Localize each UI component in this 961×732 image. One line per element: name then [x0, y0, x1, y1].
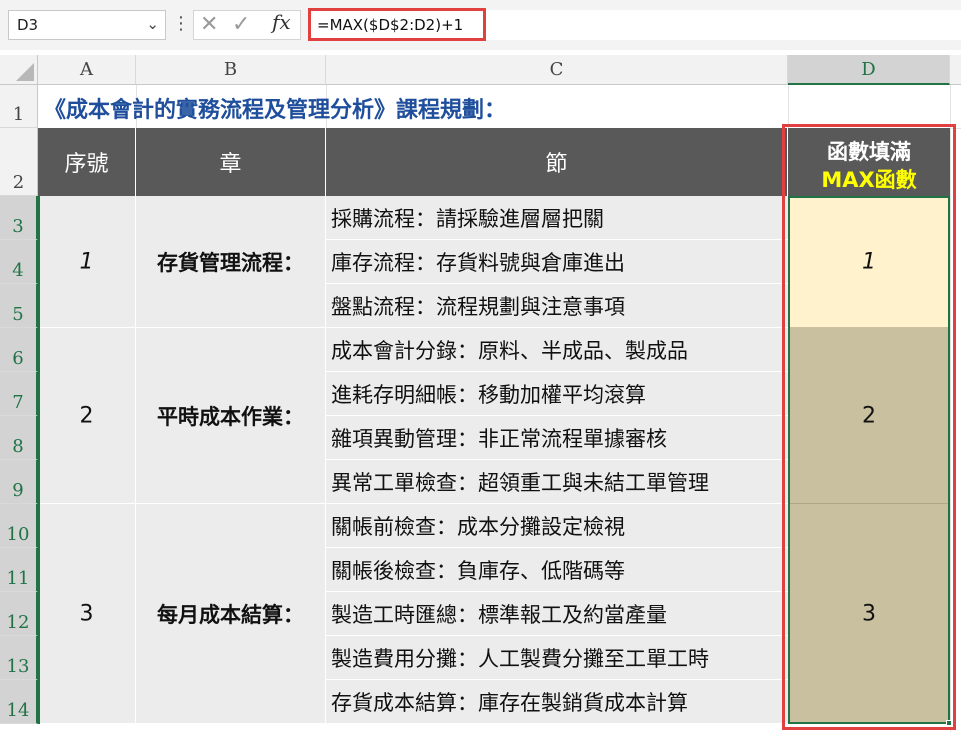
- row-header-9[interactable]: 9: [0, 460, 38, 504]
- seq-cell-1[interactable]: 1: [38, 196, 136, 328]
- row-header-12[interactable]: 12: [0, 592, 38, 636]
- chapter-cell-3[interactable]: 每月成本結算：: [136, 504, 326, 724]
- section-cell[interactable]: 異常工單檢查：超領重工與未結工單管理: [326, 460, 788, 504]
- section-cell[interactable]: 雜項異動管理：非正常流程單據審核: [326, 416, 788, 460]
- row-header-14[interactable]: 14: [0, 680, 38, 724]
- header-section[interactable]: 節: [326, 128, 788, 196]
- row-header-3[interactable]: 3: [0, 196, 38, 240]
- section-cell[interactable]: 存貨成本結算：庫存在製銷貨成本計算: [326, 680, 788, 724]
- chevron-down-icon[interactable]: ⌄: [146, 15, 159, 33]
- select-all-corner[interactable]: [0, 55, 38, 85]
- section-cell[interactable]: 關帳後檢查：負庫存、低階碼等: [326, 548, 788, 592]
- header-seq[interactable]: 序號: [38, 128, 136, 196]
- cancel-icon[interactable]: ✕: [200, 12, 218, 37]
- section-cell[interactable]: 製造費用分攤：人工製費分攤至工單工時: [326, 636, 788, 680]
- section-cell[interactable]: 庫存流程：存貨料號與倉庫進出: [326, 240, 788, 284]
- seq-cell-3[interactable]: 3: [38, 504, 136, 724]
- row-header-1[interactable]: 1: [0, 85, 38, 128]
- column-header-e[interactable]: [950, 55, 961, 85]
- sheet-title[interactable]: 《成本會計的實務流程及管理分析》課程規劃：: [44, 92, 506, 124]
- chapter-cell-2[interactable]: 平時成本作業：: [136, 328, 326, 504]
- section-cell[interactable]: 製造工時匯總：標準報工及約當產量: [326, 592, 788, 636]
- formula-input[interactable]: =MAX($D$2:D2)+1: [308, 8, 486, 41]
- row-header-13[interactable]: 13: [0, 636, 38, 680]
- gridline: [788, 85, 789, 128]
- row-header-4[interactable]: 4: [0, 240, 38, 284]
- name-box[interactable]: D3 ⌄: [8, 10, 166, 40]
- row-header-10[interactable]: 10: [0, 504, 38, 548]
- chapter-cell-1[interactable]: 存貨管理流程：: [136, 196, 326, 328]
- column-header-b[interactable]: B: [136, 55, 326, 85]
- row-header-7[interactable]: 7: [0, 372, 38, 416]
- column-header-a[interactable]: A: [38, 55, 136, 85]
- row-header-6[interactable]: 6: [0, 328, 38, 372]
- header-chapter[interactable]: 章: [136, 128, 326, 196]
- row-header-5[interactable]: 5: [0, 284, 38, 328]
- section-cell[interactable]: 進耗存明細帳：移動加權平均滾算: [326, 372, 788, 416]
- section-cell[interactable]: 盤點流程：流程規劃與注意事項: [326, 284, 788, 328]
- annotation-box: [782, 124, 956, 730]
- formula-input-area[interactable]: [486, 10, 961, 40]
- column-header-c[interactable]: C: [326, 55, 788, 85]
- section-cell[interactable]: 關帳前檢查：成本分攤設定檢視: [326, 504, 788, 548]
- row-header-2[interactable]: 2: [0, 128, 38, 196]
- formula-text: =MAX($D$2:D2)+1: [317, 16, 464, 34]
- section-cell[interactable]: 成本會計分錄：原料、半成品、製成品: [326, 328, 788, 372]
- more-vertical-icon[interactable]: ⋮: [172, 12, 190, 38]
- row-header-11[interactable]: 11: [0, 548, 38, 592]
- name-box-value: D3: [17, 16, 39, 34]
- section-cell[interactable]: 採購流程：請採驗進層層把關: [326, 196, 788, 240]
- row-header-8[interactable]: 8: [0, 416, 38, 460]
- insert-function-icon[interactable]: fx: [272, 10, 291, 34]
- enter-check-icon[interactable]: ✓: [232, 12, 250, 37]
- column-header-d[interactable]: D: [788, 55, 950, 85]
- seq-cell-2[interactable]: 2: [38, 328, 136, 504]
- row-selection-indicator: [38, 196, 40, 724]
